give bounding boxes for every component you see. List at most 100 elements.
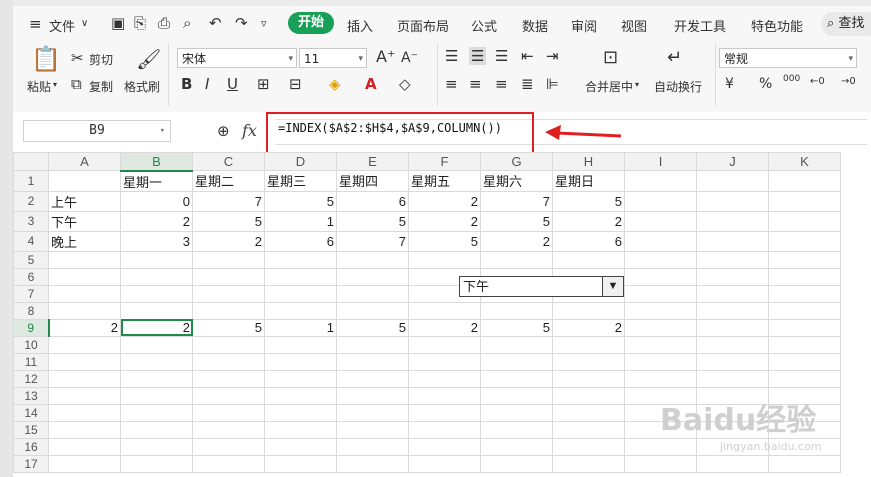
cell-g17[interactable] — [480, 454, 553, 473]
wrap-text-icon[interactable]: ↵ — [667, 49, 682, 67]
cell-d9[interactable]: 1 — [264, 318, 337, 337]
format-painter-button[interactable]: 格式刷 — [124, 78, 160, 95]
cell-c17[interactable] — [192, 454, 265, 473]
row-header[interactable]: 9 — [13, 318, 50, 337]
cell-f10[interactable] — [408, 335, 481, 354]
cell-f5[interactable] — [408, 250, 481, 269]
cell-i17[interactable] — [624, 454, 697, 473]
cell-d3[interactable]: 1 — [264, 210, 337, 232]
row-header[interactable]: 7 — [13, 284, 49, 303]
cell-g12[interactable] — [480, 369, 553, 388]
cell-k7[interactable] — [768, 284, 841, 303]
cell-e15[interactable] — [336, 420, 409, 439]
cell-f17[interactable] — [408, 454, 481, 473]
column-header-f[interactable]: F — [408, 152, 481, 171]
cell-d1[interactable]: 星期三 — [264, 170, 337, 192]
cell-e16[interactable] — [336, 437, 409, 456]
cell-i6[interactable] — [624, 267, 697, 286]
zoom-icon[interactable]: ⊕ — [217, 123, 230, 139]
select-all-corner[interactable] — [13, 152, 49, 171]
cell-h1[interactable]: 星期日 — [552, 170, 625, 192]
cell-i7[interactable] — [624, 284, 697, 303]
customize-toolbar-icon[interactable]: ▿ — [261, 16, 267, 32]
cell-i12[interactable] — [624, 369, 697, 388]
cell-f2[interactable]: 2 — [408, 190, 481, 212]
cell-a3[interactable]: 下午 — [48, 210, 121, 232]
cell-g9[interactable]: 5 — [480, 318, 553, 337]
cell-a15[interactable] — [48, 420, 121, 439]
tab-view[interactable]: 视图 — [621, 16, 647, 35]
cell-a5[interactable] — [48, 250, 121, 269]
cell-e14[interactable] — [336, 403, 409, 422]
cell-f16[interactable] — [408, 437, 481, 456]
row-header[interactable]: 5 — [13, 250, 49, 269]
cell-f1[interactable]: 星期五 — [408, 170, 481, 192]
cell-b5[interactable] — [120, 250, 193, 269]
cell-a4[interactable]: 晚上 — [48, 230, 121, 252]
fill-color-icon[interactable]: ◈ — [329, 76, 341, 92]
cell-d12[interactable] — [264, 369, 337, 388]
cell-h4[interactable]: 6 — [552, 230, 625, 252]
cell-e9[interactable]: 5 — [336, 318, 409, 337]
cell-a16[interactable] — [48, 437, 121, 456]
column-header-b[interactable]: B — [120, 152, 193, 172]
cell-h13[interactable] — [552, 386, 625, 405]
cell-k3[interactable] — [768, 210, 841, 232]
row-header[interactable]: 6 — [13, 267, 49, 286]
cell-k8[interactable] — [768, 301, 841, 320]
cell-e12[interactable] — [336, 369, 409, 388]
cell-b9[interactable]: 2 — [120, 318, 193, 337]
cell-f14[interactable] — [408, 403, 481, 422]
font-color-icon[interactable]: A — [365, 76, 377, 92]
cell-g4[interactable]: 2 — [480, 230, 553, 252]
cell-j17[interactable] — [696, 454, 769, 473]
cell-j9[interactable] — [696, 318, 769, 337]
tab-home[interactable]: 开始 — [288, 12, 334, 34]
italic-icon[interactable]: I — [205, 76, 209, 92]
cell-e5[interactable] — [336, 250, 409, 269]
row-header[interactable]: 13 — [13, 386, 49, 405]
number-format-select[interactable]: 常规 ▾ — [719, 48, 857, 68]
tab-formulas[interactable]: 公式 — [471, 16, 497, 35]
cell-b13[interactable] — [120, 386, 193, 405]
cell-c11[interactable] — [192, 352, 265, 371]
export-icon[interactable]: ⎘ — [134, 15, 146, 31]
hamburger-icon[interactable]: ≡ — [29, 16, 42, 32]
cell-h17[interactable] — [552, 454, 625, 473]
cell-j5[interactable] — [696, 250, 769, 269]
cell-b10[interactable] — [120, 335, 193, 354]
cell-c16[interactable] — [192, 437, 265, 456]
cell-h5[interactable] — [552, 250, 625, 269]
cell-a12[interactable] — [48, 369, 121, 388]
cell-i1[interactable] — [624, 170, 697, 192]
dropdown-select[interactable]: 下午 ▼ — [459, 276, 624, 297]
cell-b7[interactable] — [120, 284, 193, 303]
cell-i8[interactable] — [624, 301, 697, 320]
copy-button[interactable]: 复制 — [89, 78, 113, 95]
cell-c4[interactable]: 2 — [192, 230, 265, 252]
cell-d8[interactable] — [264, 301, 337, 320]
column-header-h[interactable]: H — [552, 152, 625, 171]
cell-d13[interactable] — [264, 386, 337, 405]
cell-d5[interactable] — [264, 250, 337, 269]
column-header-j[interactable]: J — [696, 152, 769, 171]
fx-icon[interactable]: fx — [242, 121, 257, 140]
cell-d2[interactable]: 5 — [264, 190, 337, 212]
cell-b8[interactable] — [120, 301, 193, 320]
cell-c7[interactable] — [192, 284, 265, 303]
copy-icon[interactable]: ⧉ — [71, 76, 82, 92]
print-preview-icon[interactable]: ⌕ — [183, 15, 191, 31]
tab-insert[interactable]: 插入 — [347, 16, 373, 35]
cell-a8[interactable] — [48, 301, 121, 320]
currency-button[interactable]: ¥ — [725, 76, 734, 92]
cell-f11[interactable] — [408, 352, 481, 371]
cell-f15[interactable] — [408, 420, 481, 439]
cell-i3[interactable] — [624, 210, 697, 232]
undo-icon[interactable]: ↶ — [209, 15, 222, 31]
column-header-i[interactable]: I — [624, 152, 697, 171]
scissors-icon[interactable]: ✂ — [71, 50, 84, 66]
decrease-font-icon[interactable]: A⁻ — [401, 50, 418, 66]
cell-j6[interactable] — [696, 267, 769, 286]
cell-f3[interactable]: 2 — [408, 210, 481, 232]
paste-button[interactable]: 粘贴 — [27, 78, 51, 95]
